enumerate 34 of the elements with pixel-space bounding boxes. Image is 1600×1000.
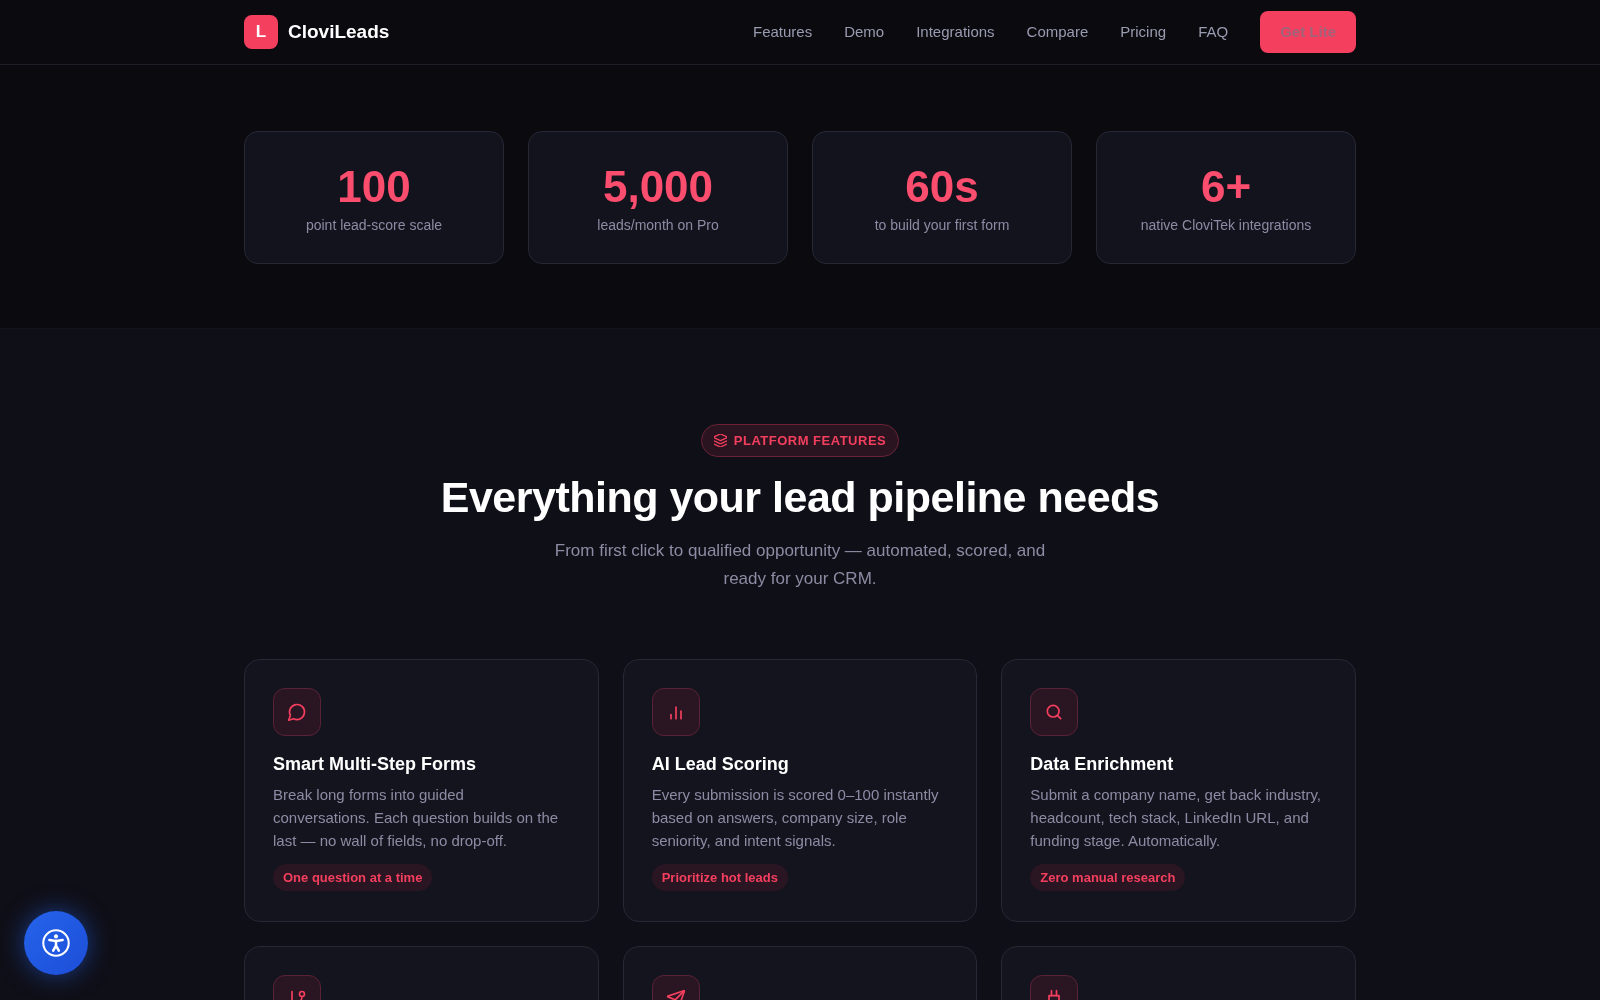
feature-tag: Zero manual research [1030,864,1186,891]
layers-icon [713,434,727,447]
feature-description: Every submission is scored 0–100 instantly based on answers, company size, role seniority, and intent signals. [651,785,940,851]
search-icon [1030,688,1079,736]
accessibility-icon [42,929,70,957]
logo-mark[interactable]: L [244,15,278,49]
nav-link[interactable]: Pricing [1120,20,1167,44]
accessibility-button[interactable] [24,911,88,975]
feature-title: Smart Multi-Step Forms [273,753,477,776]
nav-link[interactable]: Integrations [916,20,995,44]
stat-value: 60s [905,160,979,213]
stat-label: point lead-score scale [305,215,443,235]
section-heading: Everything your lead pipeline needs [440,472,1160,523]
nav-link[interactable]: Demo [844,20,885,44]
section-subtitle: From first click to qualified opportunity — automated, scored, and ready for your CRM. [553,540,1047,590]
bar-chart-icon [651,688,700,736]
feature-tag: One question at a time [273,864,433,891]
stat-label: to build your first form [874,215,1010,235]
feature-description: Submit a company name, get back industry, headcount, tech stack, LinkedIn URL, and funding stage. Automatically. [1030,785,1322,851]
nav-link[interactable]: Compare [1026,20,1089,44]
stat-value: 5,000 [602,160,714,213]
feature-title: Data Enrichment [1030,753,1174,776]
feature-title: AI Lead Scoring [651,753,789,776]
stat-label: native CloviTek integrations [1140,215,1312,235]
nav-link[interactable]: Features [752,20,813,44]
nav-link[interactable]: FAQ [1198,20,1229,44]
chat-bubble-icon [273,688,321,736]
stat-value: 100 [337,160,411,213]
feature-tag: Prioritize hot leads [651,864,788,891]
badge-label: PLATFORM FEATURES [733,431,887,450]
feature-description: Break long forms into guided conversations. Each question builds on the last — no wall of fields, no drop-off. [273,785,560,851]
stat-label: leads/month on Pro [597,215,719,235]
stat-value: 6+ [1200,160,1252,213]
brand-name[interactable]: CloviLeads [288,17,390,47]
